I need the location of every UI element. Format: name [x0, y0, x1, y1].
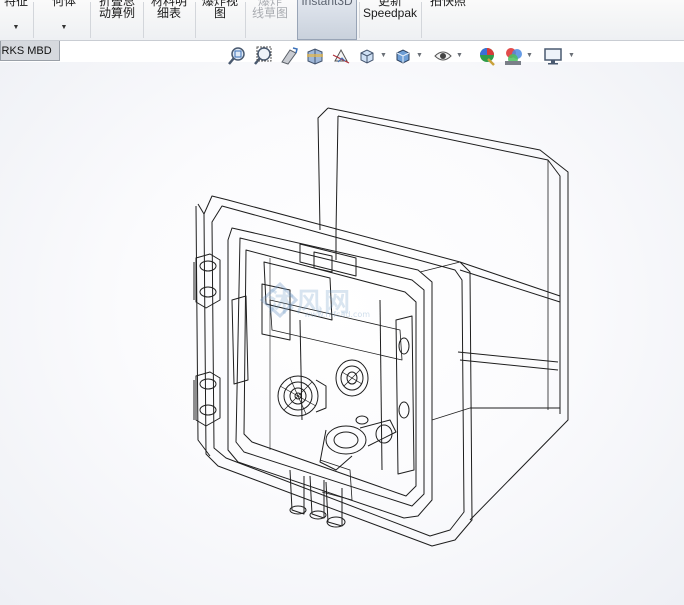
command-label-line2: Speedpak	[362, 6, 418, 20]
chevron-down-icon[interactable]: ▼	[456, 52, 463, 59]
ribbon-separator	[90, 2, 91, 38]
watermark-sub: www.mfcad.com	[304, 310, 371, 319]
edit-appearance-icon[interactable]	[476, 45, 498, 67]
command-label-line1: Instant3D	[301, 0, 353, 8]
zoom-to-area-icon[interactable]	[252, 45, 274, 67]
ribbon-separator	[143, 2, 144, 38]
ribbon-separator	[195, 2, 196, 38]
watermark-text: 沐风网 www.mfcad.com	[268, 282, 428, 322]
chevron-down-icon[interactable]: ▼	[568, 52, 575, 59]
tab-label: ORKS MBD	[1, 45, 52, 57]
display-style-icon[interactable]	[392, 45, 414, 67]
chevron-down-icon[interactable]: ▼	[526, 52, 533, 59]
dynamic-annotation-views-icon[interactable]	[330, 45, 352, 67]
ribbon-separator	[245, 2, 246, 38]
features-label: 特征	[3, 0, 28, 8]
ribbon-separator	[33, 2, 34, 38]
ribbon-separator	[359, 2, 360, 38]
ribbon-separator	[421, 2, 422, 38]
command-label-line2: 线草图	[251, 6, 288, 20]
apply-scene-icon[interactable]	[502, 45, 524, 67]
view-orientation-icon[interactable]	[356, 45, 378, 67]
chevron-down-icon[interactable]: ▼	[416, 52, 423, 59]
command-label-line2: 动算例	[98, 6, 135, 20]
explode-line-sketch-command[interactable]: 爆炸 线草图	[247, 0, 293, 40]
geometry-command[interactable]: 何体 ▼	[44, 0, 84, 40]
tab-solidworks-mbd[interactable]: ORKS MBD	[0, 41, 60, 61]
update-speedpak-command[interactable]: 更新 Speedpak	[361, 0, 419, 40]
features-command[interactable]: 特征 ▼	[0, 0, 32, 40]
exploded-view-command[interactable]: 爆炸视 图	[197, 0, 243, 40]
bill-of-materials-command[interactable]: 材料明 细表	[145, 0, 193, 40]
instant3d-button[interactable]: Instant3D	[297, 0, 357, 40]
chevron-down-icon[interactable]: ▼	[380, 52, 387, 59]
section-view-icon[interactable]	[304, 45, 326, 67]
zoom-to-fit-icon[interactable]	[226, 45, 248, 67]
previous-view-icon[interactable]	[278, 45, 300, 67]
command-manager-ribbon: 特征 ▼ 何体 ▼ 折叠总 动算例 材料明 细表 爆炸视 图 爆炸 线草图 In…	[0, 0, 684, 41]
graphics-area[interactable]	[0, 62, 684, 605]
command-label-line1: 拍快照	[429, 0, 466, 8]
chevron-down-icon[interactable]: ▼	[44, 21, 84, 34]
view-settings-icon[interactable]	[542, 45, 564, 67]
command-label-line2: 图	[213, 6, 226, 20]
chevron-down-icon[interactable]: ▼	[0, 21, 32, 34]
assembly-motion-study-command[interactable]: 折叠总 动算例	[92, 0, 142, 40]
command-label-line2: 细表	[156, 6, 181, 20]
hide-show-items-icon[interactable]	[432, 45, 454, 67]
take-snapshot-command[interactable]: 拍快照	[423, 0, 473, 40]
geometry-label: 何体	[51, 0, 76, 8]
